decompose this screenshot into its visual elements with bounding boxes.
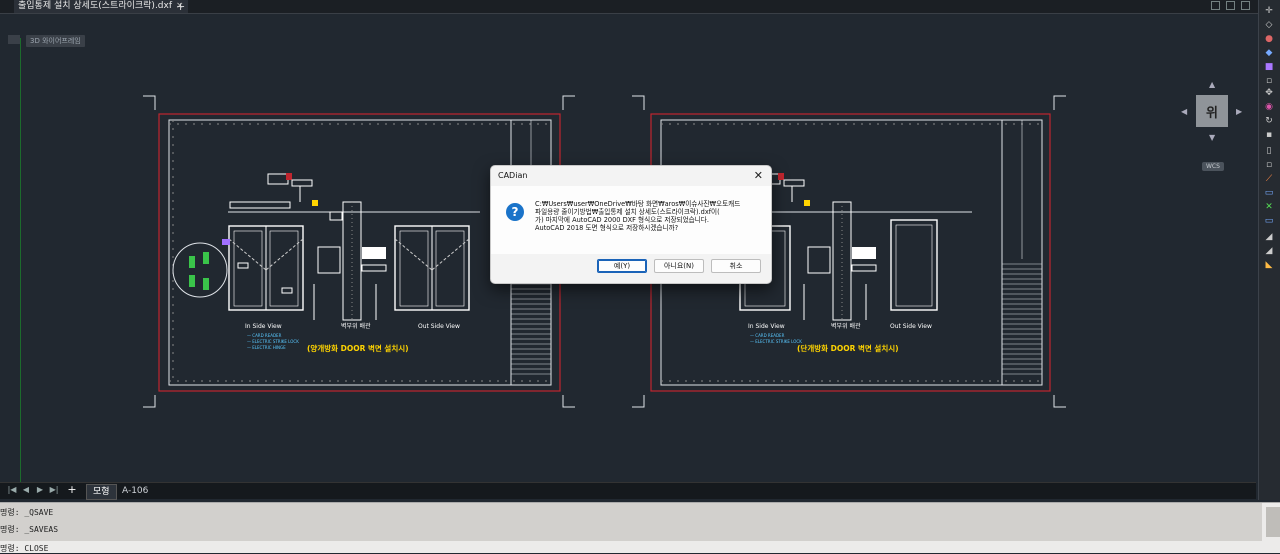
question-icon: ?	[506, 203, 524, 221]
drawing-text: Out Side View	[418, 323, 460, 330]
drawing-text: (양개방화 DOOR 벽면 설치시)	[307, 343, 409, 353]
cancel-button[interactable]: 취소	[711, 259, 761, 273]
document-tab-title: 출입통제 설치 상세도(스트라이크락).dxf	[18, 1, 173, 11]
tool-icon-9[interactable]: ▫	[1263, 160, 1275, 170]
tool-icon-12[interactable]: ✕	[1263, 202, 1275, 212]
tool-icon-8[interactable]: ▯	[1263, 146, 1275, 156]
drawing-text: (단개방화 DOOR 벽면 설치시)	[797, 343, 899, 353]
drawing-text: 벽부위 배관	[341, 322, 371, 330]
dialog-message-line: 파일용량 줄이기방법₩출입통제 설치 상세도(스트라이크락).dxf이(	[535, 208, 720, 216]
drawing-text: — CARD READER	[750, 333, 785, 338]
cube-arrow-down-icon[interactable]: ▼	[1209, 133, 1215, 142]
prev-layout-icon[interactable]: ◀	[20, 485, 32, 494]
tool-icon-15[interactable]: ◢	[1263, 246, 1275, 256]
command-scrollbar[interactable]	[1266, 507, 1280, 537]
tab-model[interactable]: 모형	[86, 484, 117, 500]
drawing-text: — ELECTRIC STRIKE LOCK	[247, 339, 299, 344]
drawing-text: 벽부위 배관	[831, 322, 861, 330]
cube-arrow-right-icon[interactable]: ▶	[1236, 107, 1242, 116]
viewport-controls	[1211, 1, 1250, 10]
drawing-text: — ELECTRIC STRIKE LOCK	[750, 339, 802, 344]
dialog-title: CADian	[498, 171, 528, 180]
dialog-message-line: C:₩Users₩user₩OneDrive₩바탕 화면₩aros₩이슈사진₩오…	[535, 200, 741, 208]
pan-icon[interactable]: ✥	[1263, 88, 1275, 98]
drawing-text: Out Side View	[890, 323, 932, 330]
cube-arrow-up-icon[interactable]: ▲	[1209, 80, 1215, 89]
no-button[interactable]: 아니요(N)	[654, 259, 704, 273]
document-tab[interactable]: 출입통제 설치 상세도(스트라이크락).dxf ×	[14, 0, 188, 13]
minimize-icon[interactable]	[1211, 1, 1220, 10]
tool-icon-7[interactable]: ▪	[1263, 130, 1275, 140]
tool-icon-6[interactable]: ▫	[1263, 76, 1275, 86]
drawing-text: — ELECTRIC HINGE	[247, 345, 286, 350]
tab-a-106[interactable]: A-106	[116, 484, 154, 498]
left-label-inside: In Side View	[245, 323, 282, 330]
refresh-icon[interactable]: ↻	[1263, 116, 1275, 126]
dialog-close-icon[interactable]: ✕	[754, 169, 763, 182]
close-icon[interactable]	[1241, 1, 1250, 10]
command-window: 명령: _QSAVE 명령: _SAVEAS 명령: CLOSE	[0, 502, 1280, 553]
layout-tab-bar: |◀ ◀ ▶ ▶| + 모형 A-106	[0, 482, 1256, 500]
tool-icon-5[interactable]: ■	[1263, 62, 1275, 72]
command-history-line: 명령: _SAVEAS	[0, 525, 59, 534]
right-toolbar: ✛ ◇ ● ◆ ■ ▫ ✥ ◉ ↻ ▪ ▯ ▫ ⟋ ▭ ✕ ▭ ◢ ◢ ◣	[1258, 0, 1280, 500]
tool-icon-3[interactable]: ●	[1263, 34, 1275, 44]
dialog-message-line: AutoCAD 2018 도면 형식으로 저장하시겠습니까?	[535, 224, 679, 232]
tool-icon-13[interactable]: ▭	[1263, 216, 1275, 226]
tool-icon-4[interactable]: ◆	[1263, 48, 1275, 58]
restore-icon[interactable]	[1226, 1, 1235, 10]
command-history: 명령: _QSAVE 명령: _SAVEAS	[0, 503, 1262, 541]
dialog-message: C:₩Users₩user₩OneDrive₩바탕 화면₩aros₩이슈사진₩오…	[535, 200, 765, 232]
wcs-button[interactable]: WCS	[1202, 162, 1224, 171]
tool-icon-11[interactable]: ▭	[1263, 188, 1275, 198]
add-layout-button[interactable]: +	[66, 483, 78, 496]
yes-button[interactable]: 예(Y)	[597, 259, 647, 273]
tool-icon-14[interactable]: ◢	[1263, 232, 1275, 242]
view-cube[interactable]: ▲ ▼ ◀ ▶ 위 WCS	[1178, 78, 1248, 171]
command-input[interactable]: 명령: CLOSE	[0, 543, 48, 554]
next-layout-icon[interactable]: ▶	[34, 485, 46, 494]
last-layout-icon[interactable]: ▶|	[48, 485, 60, 494]
first-layout-icon[interactable]: |◀	[6, 485, 18, 494]
document-tab-bar: 출입통제 설치 상세도(스트라이크락).dxf × +	[0, 0, 1280, 14]
tool-icon-1[interactable]: ✛	[1263, 6, 1275, 16]
tool-icon-2[interactable]: ◇	[1263, 20, 1275, 30]
command-history-line: 명령: _QSAVE	[0, 508, 54, 517]
dialog-message-line: 가) 마지막에 AutoCAD 2000 DXF 형식으로 저장되었습니다.	[535, 216, 709, 224]
tool-icon-10[interactable]: ⟋	[1263, 174, 1275, 184]
orbit-icon[interactable]: ◉	[1263, 102, 1275, 112]
drawing-text: — CARD READER	[247, 333, 282, 338]
cube-arrow-left-icon[interactable]: ◀	[1181, 107, 1187, 116]
drawing-text: In Side View	[748, 323, 785, 330]
save-format-dialog: CADian ✕ ? C:₩Users₩user₩OneDrive₩바탕 화면₩…	[490, 165, 772, 284]
add-tab-button[interactable]: +	[176, 0, 185, 13]
tool-icon-16[interactable]: ◣	[1263, 260, 1275, 270]
cube-top-face[interactable]: 위	[1196, 95, 1228, 127]
